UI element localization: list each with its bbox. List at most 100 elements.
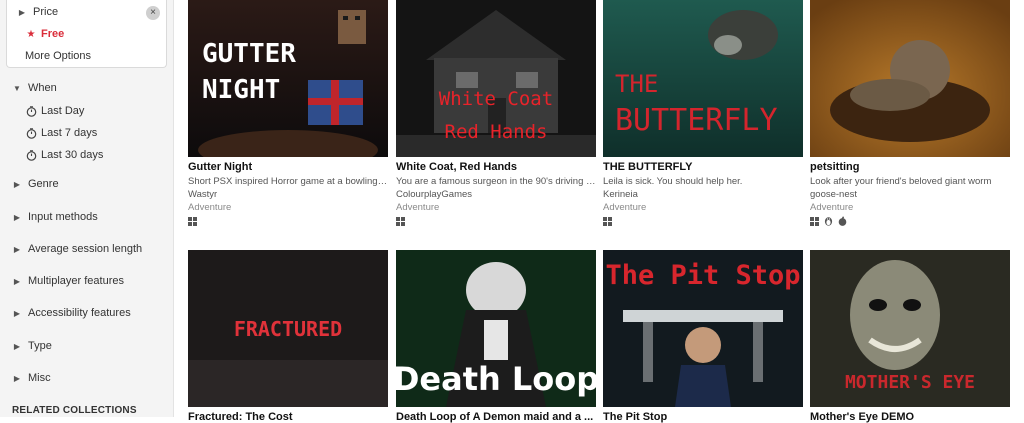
filter-title: Misc (28, 372, 51, 384)
price-option-free[interactable]: ★ Free (24, 28, 65, 40)
game-art-title: MOTHER'S EYE (845, 372, 975, 393)
game-title-link[interactable]: Gutter Night (188, 161, 388, 173)
game-description: Leila is sick. You should help her. (603, 176, 743, 187)
caret-right-icon: ▶ (18, 7, 26, 17)
game-card[interactable]: The Pit Stop The Pit Stop (603, 250, 803, 423)
game-description: You are a famous surgeon in the 90's dri… (396, 176, 596, 187)
game-thumbnail[interactable] (810, 0, 1010, 157)
when-option-last-30-days[interactable]: Last 30 days (24, 148, 103, 162)
caret-right-icon: ▶ (13, 341, 21, 351)
caret-down-icon: ▼ (13, 83, 21, 93)
input-methods-filter-header[interactable]: ▶ Input methods (10, 211, 98, 223)
genre-filter-header[interactable]: ▶ Genre (10, 178, 59, 190)
filter-title: Average session length (28, 243, 143, 255)
game-genre: Adventure (810, 202, 854, 213)
game-thumbnail[interactable]: FRACTURED (188, 250, 388, 407)
star-icon: ★ (26, 28, 36, 40)
apple-icon (838, 213, 847, 231)
game-title-link[interactable]: Mother's Eye DEMO (810, 411, 1010, 423)
session-length-filter-header[interactable]: ▶ Average session length (10, 243, 142, 255)
game-thumbnail[interactable]: MOTHER'S EYE (810, 250, 1010, 407)
windows-icon (603, 213, 612, 231)
filter-title: Type (28, 340, 52, 352)
game-art-title: Red Hands (445, 121, 548, 143)
filter-title: Genre (28, 178, 59, 190)
game-thumbnail[interactable]: The Pit Stop (603, 250, 803, 407)
clock-icon (24, 126, 38, 140)
windows-icon (396, 213, 405, 231)
game-thumbnail[interactable]: GUTTER NIGHT (188, 0, 388, 157)
game-thumbnail[interactable]: Death Loop (396, 250, 596, 407)
related-collections-heading: RELATED COLLECTIONS (12, 405, 137, 416)
windows-icon (188, 213, 197, 231)
game-art-title: BUTTERFLY (615, 103, 778, 138)
game-description: Look after your friend's beloved giant w… (810, 176, 992, 187)
game-art-title: FRACTURED (234, 317, 342, 341)
game-thumbnail[interactable]: THE BUTTERFLY (603, 0, 803, 157)
when-option-label: Last Day (41, 105, 85, 117)
type-filter-header[interactable]: ▶ Type (10, 340, 52, 352)
game-art-title: NIGHT (202, 75, 280, 105)
game-title-link[interactable]: petsitting (810, 161, 1010, 173)
caret-right-icon: ▶ (13, 308, 21, 318)
clear-filter-button[interactable]: × (146, 6, 160, 20)
price-filter-box: ▶ Price × ★ Free More Options (6, 0, 167, 68)
when-option-label: Last 7 days (41, 127, 98, 139)
more-options-link[interactable]: More Options (25, 50, 91, 62)
game-thumbnail[interactable]: White Coat Red Hands (396, 0, 596, 157)
platform-list (810, 216, 1010, 227)
game-title-link[interactable]: White Coat, Red Hands (396, 161, 596, 173)
when-option-last-7-days[interactable]: Last 7 days (24, 126, 97, 140)
game-author-link[interactable]: Kerineia (603, 189, 803, 200)
clock-icon (24, 104, 38, 118)
linux-icon (824, 213, 833, 231)
game-title-link[interactable]: THE BUTTERFLY (603, 161, 803, 173)
filter-title: Multiplayer features (28, 275, 124, 287)
game-card[interactable]: Death Loop Death Loop of A Demon maid an… (396, 250, 596, 423)
clock-icon (24, 148, 38, 162)
caret-right-icon: ▶ (13, 244, 21, 254)
price-filter-title: Price (33, 6, 59, 18)
caret-right-icon: ▶ (13, 212, 21, 222)
game-title-link[interactable]: Death Loop of A Demon maid and a ... (396, 411, 596, 423)
filter-title: Accessibility features (28, 307, 131, 319)
game-title-link[interactable]: The Pit Stop (603, 411, 803, 423)
accessibility-filter-header[interactable]: ▶ Accessibility features (10, 307, 131, 319)
game-card[interactable]: FRACTURED Fractured: The Cost (188, 250, 388, 423)
platform-list (396, 217, 596, 227)
game-art-title: White Coat (439, 88, 553, 110)
price-filter-header[interactable]: ▶ Price (15, 6, 58, 18)
game-genre: Adventure (188, 202, 232, 213)
game-card[interactable]: MOTHER'S EYE Mother's Eye DEMO (810, 250, 1010, 423)
game-genre: Adventure (396, 202, 440, 213)
misc-filter-header[interactable]: ▶ Misc (10, 372, 51, 384)
caret-right-icon: ▶ (13, 373, 21, 383)
filter-sidebar: ▶ Price × ★ Free More Options ▼ When Las… (0, 0, 174, 417)
multiplayer-filter-header[interactable]: ▶ Multiplayer features (10, 275, 124, 287)
game-author-link[interactable]: ColourplayGames (396, 189, 596, 200)
game-art-title: Death Loop (396, 360, 596, 398)
game-art-title: The Pit Stop (605, 260, 800, 291)
platform-list (603, 217, 803, 227)
when-option-last-day[interactable]: Last Day (24, 104, 84, 118)
caret-right-icon: ▶ (13, 276, 21, 286)
caret-right-icon: ▶ (13, 179, 21, 189)
game-genre: Adventure (603, 202, 647, 213)
game-card[interactable]: petsitting Look after your friend's belo… (810, 0, 1010, 227)
game-art-title: GUTTER (202, 39, 296, 69)
when-option-label: Last 30 days (41, 149, 104, 161)
game-title-link[interactable]: Fractured: The Cost (188, 411, 388, 423)
platform-list (188, 217, 388, 227)
game-card[interactable]: White Coat Red Hands White Coat, Red Han… (396, 0, 596, 227)
game-description: Short PSX inspired Horror game at a bowl… (188, 176, 388, 187)
when-filter-header[interactable]: ▼ When (10, 82, 57, 94)
game-art-title: THE (615, 70, 658, 98)
game-card[interactable]: THE BUTTERFLY THE BUTTERFLY Leila is sic… (603, 0, 803, 227)
filter-title: Input methods (28, 211, 98, 223)
game-author-link[interactable]: Wastyr (188, 189, 388, 200)
price-option-free-label: Free (41, 28, 65, 40)
windows-icon (810, 213, 819, 231)
game-card[interactable]: GUTTER NIGHT Gutter Night Short PSX insp… (188, 0, 388, 227)
when-filter-title: When (28, 82, 57, 94)
game-author-link[interactable]: goose-nest (810, 189, 1010, 200)
